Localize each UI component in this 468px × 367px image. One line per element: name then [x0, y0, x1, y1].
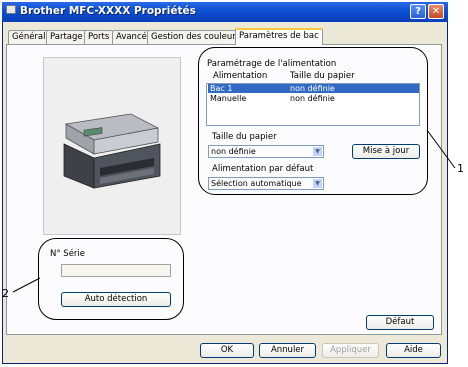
callout-number-1: 1	[457, 162, 464, 175]
callout-number-2: 2	[2, 287, 9, 300]
tab-tray-settings[interactable]: Paramètres de bac	[235, 28, 323, 45]
callout-lines	[12, 129, 456, 293]
